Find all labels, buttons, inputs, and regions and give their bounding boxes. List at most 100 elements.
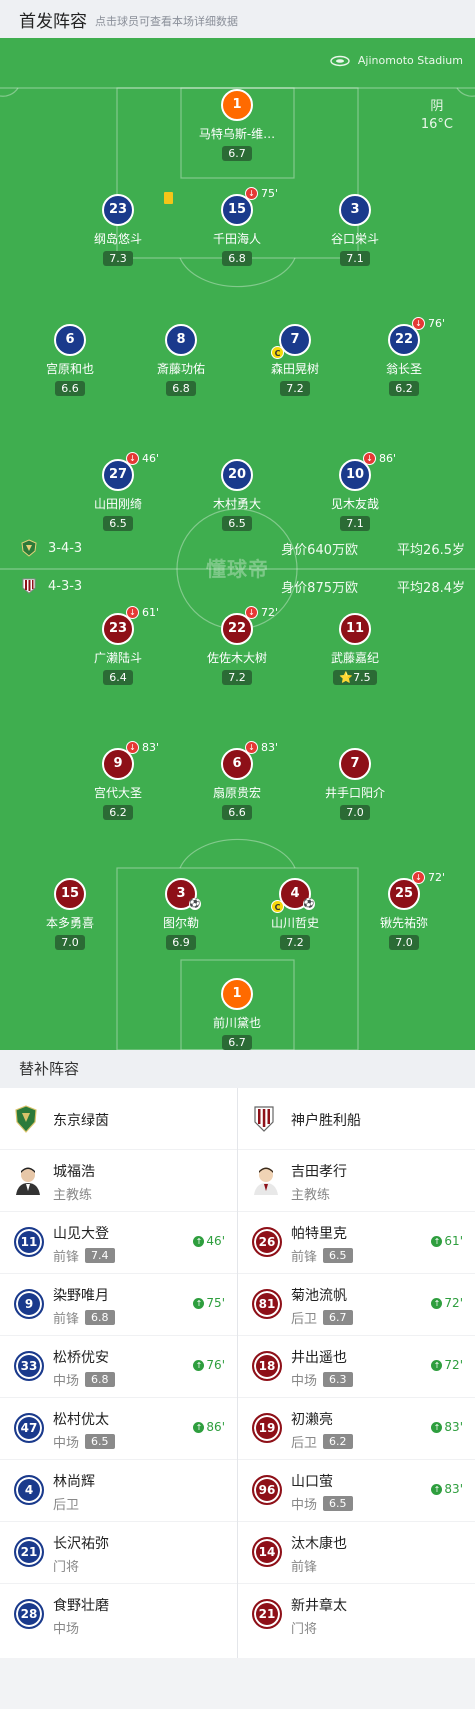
home-player[interactable]: 22 ↓ 76' 翁长圣 6.2	[354, 317, 454, 396]
away-player[interactable]: 15 本多勇喜 7.0	[20, 878, 120, 950]
away-sub-player[interactable]: 19 初濑亮 后卫 6.2 ↑ 83'	[238, 1398, 475, 1460]
player-name: 帕特里克	[291, 1226, 347, 1242]
player-number: 19	[252, 1413, 282, 1443]
home-player[interactable]: 23 纲岛悠斗 7.3	[68, 192, 173, 266]
home-team-name: 东京绿茵	[53, 1113, 109, 1129]
home-player[interactable]: 8 斎藤功佑 6.8	[131, 324, 231, 396]
away-player[interactable]: 22 ↓ 72' 佐佐木大树 7.2	[187, 606, 287, 685]
home-sub-player[interactable]: 47 松村优太 中场 6.5 ↑ 86'	[0, 1398, 237, 1460]
away-player[interactable]: 25 ↓ 72' 锹先祐弥 7.0	[354, 871, 454, 950]
sub-off-badge: ↓ 83'	[245, 741, 278, 754]
player-number: 8	[176, 332, 186, 347]
home-sub-player[interactable]: 4 林尚辉 后卫	[0, 1460, 237, 1522]
away-sub-player[interactable]: 14 汰木康也 前锋	[238, 1522, 475, 1584]
coach-name: 吉田孝行	[291, 1164, 347, 1180]
away-player[interactable]: 3 ⚽ 图尔勒 6.9	[131, 878, 231, 950]
player-position-row: 中场 6.3	[291, 1370, 353, 1389]
sub-on-badge: ↑ 72'	[431, 1296, 463, 1310]
stadium-icon	[330, 55, 350, 66]
home-player[interactable]: 27 ↓ 46' 山田刚绮 6.5	[68, 452, 168, 531]
sub-minute: 72'	[444, 1358, 463, 1372]
away-player[interactable]: 23 ↓ 61' 广濑陆斗 6.4	[68, 606, 168, 685]
player-number: 4	[14, 1475, 44, 1505]
player-name: 宫原和也	[45, 362, 94, 376]
sub-off-icon: ↓	[245, 741, 258, 754]
player-position: 中场	[53, 1374, 80, 1389]
home-player-goalkeeper[interactable]: 1 马特乌斯-维… 6.7	[187, 89, 287, 161]
away-player[interactable]: 4 C ⚽ 山川哲史 7.2	[245, 878, 345, 950]
away-player[interactable]: 7 井手口阳介 7.0	[305, 748, 405, 820]
player-rating: 7.0	[55, 935, 85, 950]
home-sub-player[interactable]: 21 长沢祐弥 门将	[0, 1522, 237, 1584]
coach-avatar-icon	[254, 1167, 278, 1195]
away-sub-player[interactable]: 81 菊池流帆 后卫 6.7 ↑ 72'	[238, 1274, 475, 1336]
sub-off-badge: ↓ 61'	[126, 606, 159, 619]
away-player-goalkeeper[interactable]: 1 前川黛也 6.7	[187, 978, 287, 1050]
away-player[interactable]: 9 ↓ 83' 宫代大圣 6.2	[68, 741, 168, 820]
player-name: 山见大登	[53, 1226, 109, 1242]
coach-name: 城福浩	[53, 1164, 95, 1180]
player-name: 松村优太	[53, 1412, 109, 1428]
player-position: 前锋	[53, 1250, 80, 1265]
player-name: 食野壮磨	[53, 1598, 109, 1614]
away-team-logo-icon	[22, 578, 36, 594]
player-rating: 6.6	[55, 381, 85, 396]
sub-on-icon: ↑	[431, 1235, 443, 1247]
sub-off-badge: ↓ 75'	[245, 187, 278, 200]
home-sub-player[interactable]: 9 染野唯月 前锋 6.8 ↑ 75'	[0, 1274, 237, 1336]
away-sub-player[interactable]: 21 新井章太 门将	[238, 1584, 475, 1646]
player-position-row: 后卫 6.7	[291, 1308, 353, 1327]
sub-off-icon: ↓	[126, 741, 139, 754]
away-player[interactable]: 6 ↓ 83' 扇原贵宏 6.6	[187, 741, 287, 820]
home-player[interactable]: 3 谷口栄斗 7.1	[305, 194, 405, 266]
home-coach[interactable]: 城福浩 主教练	[0, 1150, 237, 1212]
player-name: 武藤嘉纪	[330, 651, 379, 665]
player-rating: ⭐7.5	[333, 670, 377, 685]
coach-role: 主教练	[53, 1188, 93, 1203]
away-player[interactable]: 11 武藤嘉纪 ⭐7.5	[305, 613, 405, 685]
away-sub-player[interactable]: 26 帕特里克 前锋 6.5 ↑ 61'	[238, 1212, 475, 1274]
player-rating: 7.0	[340, 805, 370, 820]
player-rating: 6.6	[222, 805, 252, 820]
home-sub-player[interactable]: 11 山见大登 前锋 7.4 ↑ 46'	[0, 1212, 237, 1274]
home-team-header[interactable]: 东京绿茵	[0, 1088, 237, 1150]
subs-table: 东京绿茵 神户胜利船 城福浩 主教练 吉田孝行 主教练 11 山见大登 前锋 7.…	[0, 1088, 475, 1658]
away-coach[interactable]: 吉田孝行 主教练	[238, 1150, 475, 1212]
player-rating: 6.5	[323, 1496, 353, 1511]
player-number: 7	[290, 332, 300, 347]
player-rating: 7.2	[280, 381, 310, 396]
captain-icon: C	[271, 346, 284, 359]
home-player[interactable]: 6 宫原和也 6.6	[20, 324, 120, 396]
away-team-header[interactable]: 神户胜利船	[238, 1088, 475, 1150]
home-player[interactable]: 7C 森田晃树 7.2	[245, 324, 345, 396]
home-player[interactable]: 20 木村勇大 6.5	[187, 459, 287, 531]
player-rating: 6.8	[222, 251, 252, 266]
sub-on-badge: ↑ 75'	[193, 1296, 225, 1310]
home-sub-player[interactable]: 28 食野壮磨 中场	[0, 1584, 237, 1646]
player-rating: 6.5	[323, 1248, 353, 1263]
weather-text: 阴	[430, 99, 444, 114]
away-sub-player[interactable]: 96 山口萤 中场 6.5 ↑ 83'	[238, 1460, 475, 1522]
home-player[interactable]: 10 ↓ 86' 见木友哉 7.1	[305, 452, 405, 531]
player-position-row: 前锋 6.8	[53, 1308, 115, 1327]
player-name: 汰木康也	[291, 1536, 347, 1552]
player-number: 11	[14, 1227, 44, 1257]
home-player[interactable]: 15 ↓ 75' 千田海人 6.8	[187, 187, 287, 266]
player-rating: 7.0	[389, 935, 419, 950]
lineup-title: 首发阵容	[19, 11, 87, 32]
player-position: 后卫	[291, 1436, 318, 1451]
sub-minute: 86'	[379, 452, 397, 465]
player-name: 广濑陆斗	[93, 651, 142, 665]
player-name: 谷口栄斗	[330, 232, 379, 246]
player-number: 9	[14, 1289, 44, 1319]
home-sub-player[interactable]: 33 松桥优安 中场 6.8 ↑ 76'	[0, 1336, 237, 1398]
player-number: 22	[227, 621, 247, 636]
player-position: 中场	[291, 1498, 318, 1513]
away-sub-player[interactable]: 18 井出遥也 中场 6.3 ↑ 72'	[238, 1336, 475, 1398]
sub-on-badge: ↑ 72'	[431, 1358, 463, 1372]
sub-minute: 72'	[261, 606, 279, 619]
ball-icon: ⚽	[303, 898, 315, 910]
sub-on-badge: ↑ 83'	[431, 1482, 463, 1496]
player-name: 森田晃树	[270, 362, 319, 376]
sub-on-icon: ↑	[193, 1421, 205, 1433]
